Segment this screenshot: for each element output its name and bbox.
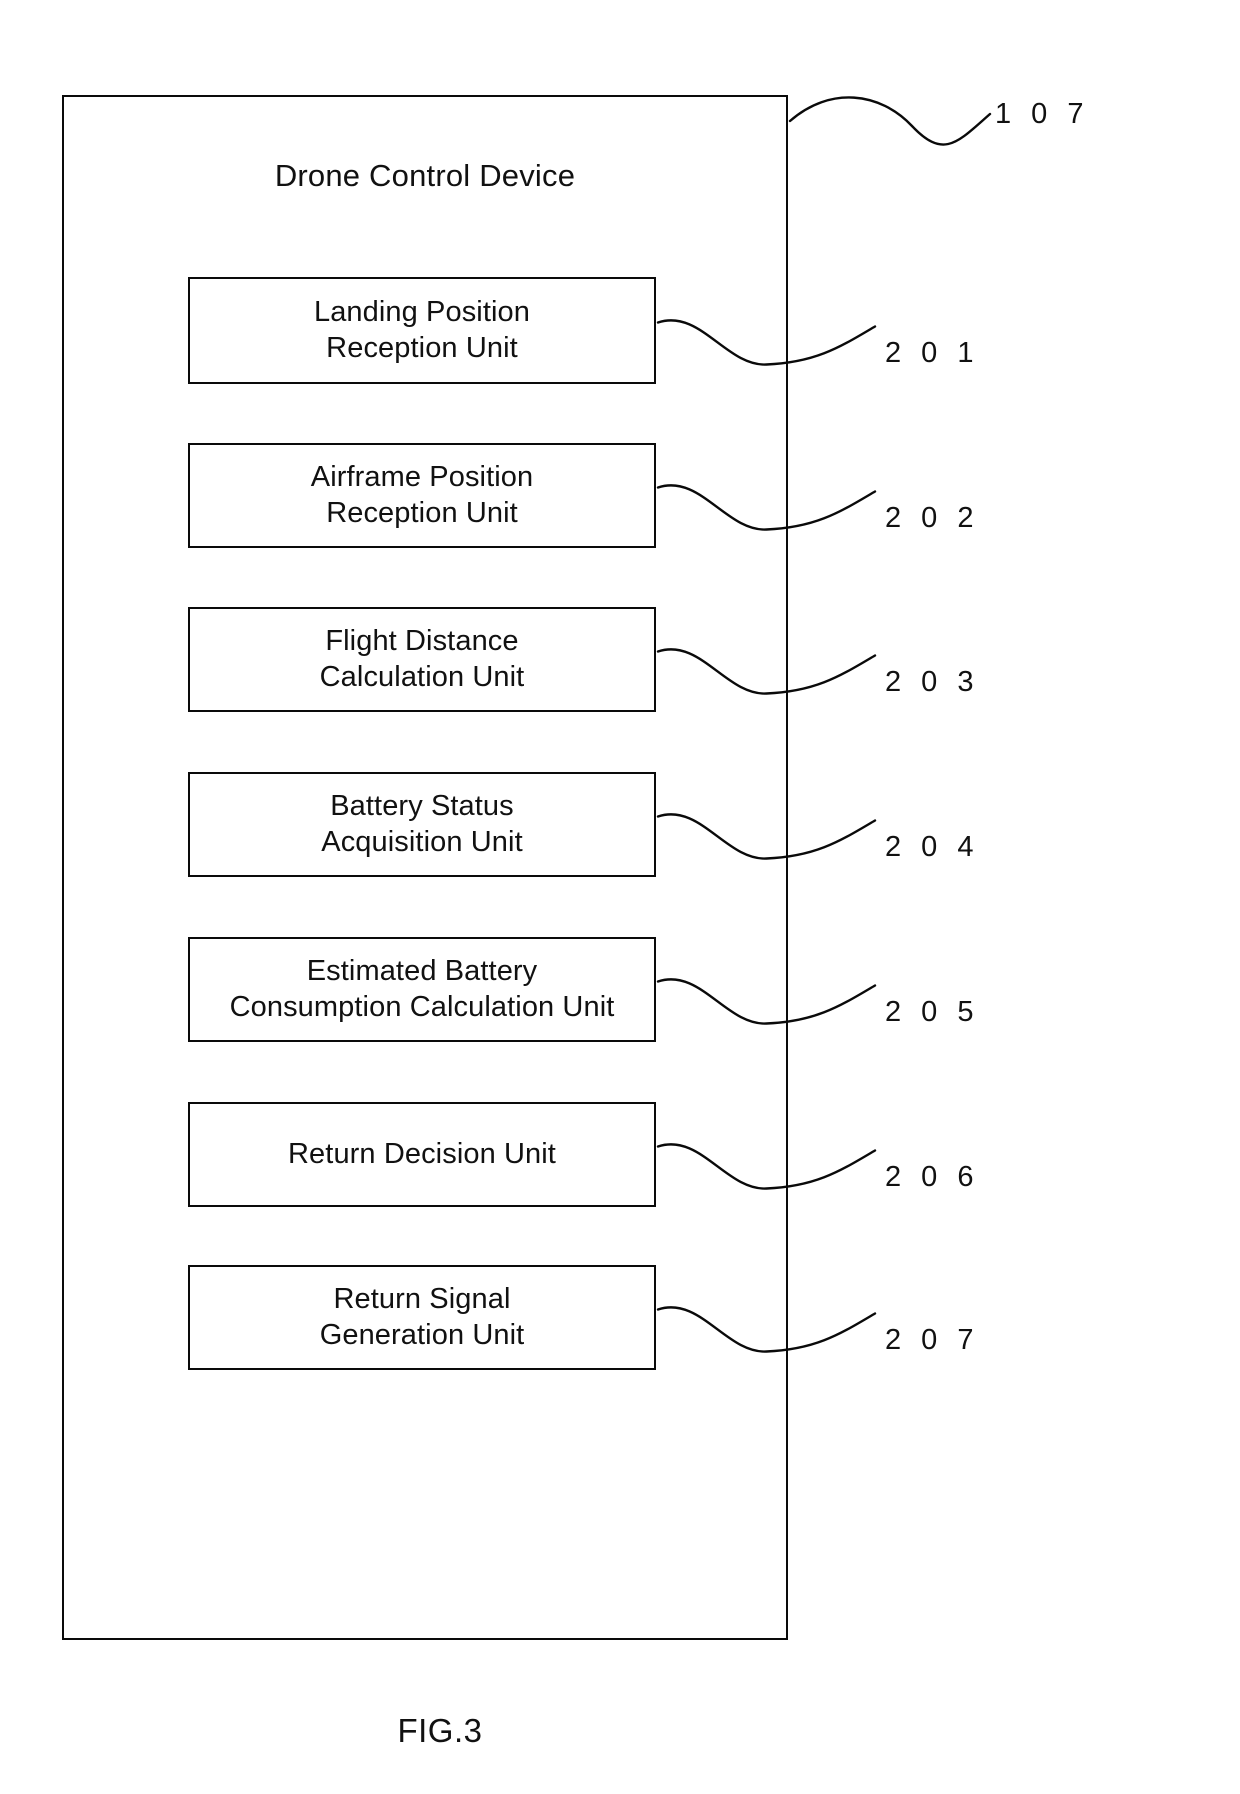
- unit-box: Airframe Position Reception Unit: [188, 443, 656, 548]
- unit-box: Return Signal Generation Unit: [188, 1265, 656, 1370]
- reference-numeral: 2 0 1: [885, 336, 980, 369]
- unit-box-label: Return Signal Generation Unit: [319, 1283, 525, 1351]
- reference-numeral: 2 0 2: [885, 501, 980, 534]
- device-title: Drone Control Device: [274, 158, 576, 193]
- unit-box: Battery Status Acquisition Unit: [188, 772, 656, 877]
- unit-box: Estimated Battery Consumption Calculatio…: [188, 937, 656, 1042]
- unit-box-label: Landing Position Reception Unit: [313, 296, 531, 364]
- figure-caption: FIG.3: [397, 1712, 483, 1749]
- reference-numeral: 2 0 6: [885, 1160, 980, 1193]
- reference-numeral: 2 0 3: [885, 665, 980, 698]
- unit-box: Flight Distance Calculation Unit: [188, 607, 656, 712]
- unit-box: Landing Position Reception Unit: [188, 277, 656, 384]
- reference-numeral: 2 0 4: [885, 830, 980, 863]
- unit-box-label: Battery Status Acquisition Unit: [321, 790, 523, 858]
- reference-numeral: 2 0 5: [885, 995, 980, 1028]
- unit-box: Return Decision Unit: [188, 1102, 656, 1207]
- device-reference-numeral: 1 0 7: [995, 98, 1090, 130]
- reference-numeral: 2 0 7: [885, 1323, 980, 1356]
- unit-box-label: Airframe Position Reception Unit: [310, 461, 534, 529]
- unit-box-label: Return Decision Unit: [288, 1137, 556, 1170]
- unit-box-label: Estimated Battery Consumption Calculatio…: [229, 955, 615, 1023]
- patent-figure: Drone Control Device Landing Position Re…: [0, 0, 1240, 1794]
- unit-box-label: Flight Distance Calculation Unit: [319, 625, 525, 693]
